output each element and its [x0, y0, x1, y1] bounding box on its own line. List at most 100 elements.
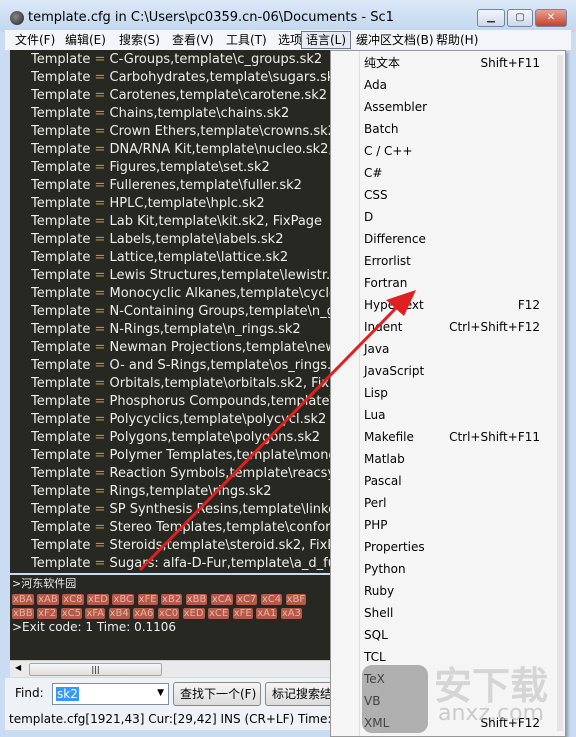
- code-value: Carotenes,template\carotene.sk2: [109, 88, 328, 103]
- code-key: Template: [31, 250, 91, 265]
- code-value: Stereo Templates,template\conform: [109, 520, 330, 535]
- code-key: Template: [31, 322, 91, 337]
- hex-byte: xB4: [108, 608, 130, 619]
- language-menu-item[interactable]: Makefile Ctrl+Shift+F11: [364, 426, 564, 448]
- menu-search[interactable]: 搜索(S): [115, 31, 164, 49]
- menu-view[interactable]: 查看(V): [168, 31, 218, 49]
- language-menu-item[interactable]: Difference: [364, 228, 564, 250]
- code-key: Template: [31, 268, 91, 283]
- hex-byte: xA6: [133, 608, 155, 619]
- language-menu-item[interactable]: C#: [364, 162, 564, 184]
- code-line: Template = Stereo Templates,template\con…: [31, 519, 330, 537]
- menu-language[interactable]: 语言(L): [301, 31, 352, 49]
- code-operator: =: [94, 232, 106, 247]
- menu-edit[interactable]: 编辑(E): [61, 31, 110, 49]
- code-key: Template: [31, 286, 91, 301]
- language-menu-item[interactable]: XML Shift+F12: [364, 712, 564, 734]
- hex-byte: xCE: [208, 608, 230, 619]
- hex-byte: xC5: [60, 608, 82, 619]
- language-menu-item[interactable]: PHP: [364, 514, 564, 536]
- language-menu-item[interactable]: Errorlist: [364, 250, 564, 272]
- language-menu-item[interactable]: TCL: [364, 646, 564, 668]
- code-value: Labels,template\labels.sk2: [109, 232, 284, 247]
- code-key: Template: [31, 52, 91, 67]
- code-operator: =: [94, 556, 106, 571]
- language-menu-item[interactable]: Fortran: [364, 272, 564, 294]
- menu-item-label: Indent: [364, 320, 403, 334]
- language-menu-item[interactable]: Indent Ctrl+Shift+F12: [364, 316, 564, 338]
- language-menu-item[interactable]: Java: [364, 338, 564, 360]
- menu-help[interactable]: 帮助(H): [432, 31, 482, 49]
- code-value: HPLC,template\hplc.sk2: [109, 196, 265, 211]
- language-menu-item[interactable]: Properties: [364, 536, 564, 558]
- language-menu-item[interactable]: Matlab: [364, 448, 564, 470]
- language-menu-item[interactable]: Shell: [364, 602, 564, 624]
- code-operator: =: [94, 448, 106, 463]
- menu-item-label: CSS: [364, 188, 388, 202]
- code-key: Template: [31, 412, 91, 427]
- code-value: Orbitals,template\orbitals.sk2, FixPage: [109, 376, 330, 391]
- hex-byte: xC8: [62, 594, 84, 605]
- code-value: Newman Projections,template\newman: [109, 340, 330, 355]
- code-line: Template = N-Containing Groups,template\…: [31, 303, 330, 321]
- language-menu-item[interactable]: Hypertext F12: [364, 294, 564, 316]
- menu-buffers[interactable]: 缓冲区文档(B): [352, 31, 438, 49]
- code-value: Sugars: alfa-D-Fur,template\a_d_fur: [109, 556, 330, 571]
- minimize-button[interactable]: ▁: [477, 9, 505, 27]
- code-operator: =: [94, 412, 106, 427]
- menu-tools[interactable]: 工具(T): [222, 31, 271, 49]
- language-menu-item[interactable]: Assembler: [364, 96, 564, 118]
- language-menu-item[interactable]: C / C++: [364, 140, 564, 162]
- language-menu-item[interactable]: 纯文本 Shift+F11: [364, 52, 564, 74]
- language-menu-item[interactable]: TeX: [364, 668, 564, 690]
- output-pane[interactable]: >河东软件园 xBA xAB xC8 xED xBC xFE xB2 xBB x…: [10, 575, 330, 660]
- code-key: Template: [31, 484, 91, 499]
- code-operator: =: [94, 484, 106, 499]
- language-menu-item[interactable]: Pascal: [364, 470, 564, 492]
- maximize-button[interactable]: ▢: [507, 9, 533, 27]
- find-input-value[interactable]: sk2: [56, 687, 79, 701]
- code-line: Template = C-Groups,template\c_groups.sk…: [31, 51, 322, 69]
- language-menu-item[interactable]: Lisp: [364, 382, 564, 404]
- language-menu-item[interactable]: VB: [364, 690, 564, 712]
- code-editor[interactable]: Template = C-Groups,template\c_groups.sk…: [10, 50, 330, 573]
- language-menu-item[interactable]: Python: [364, 558, 564, 580]
- language-menu-item[interactable]: D: [364, 206, 564, 228]
- chevron-down-icon[interactable]: ▼: [157, 688, 164, 698]
- menu-item-label: Assembler: [364, 100, 428, 114]
- language-menu-item[interactable]: Ada: [364, 74, 564, 96]
- language-menu-item[interactable]: SQL: [364, 624, 564, 646]
- find-input[interactable]: sk2 ▼: [52, 683, 169, 705]
- menu-gutter: [359, 51, 360, 736]
- code-value: N-Rings,template\n_rings.sk2: [109, 322, 301, 337]
- code-key: Template: [31, 520, 91, 535]
- language-menu-item[interactable]: JavaScript: [364, 360, 564, 382]
- language-menu-item[interactable]: Ruby: [364, 580, 564, 602]
- scrollbar-thumb[interactable]: |||: [29, 663, 162, 676]
- code-value: N-Containing Groups,template\n_groups: [109, 304, 330, 319]
- code-value: Monocyclic Alkanes,template\cycloalk: [109, 286, 330, 301]
- close-button[interactable]: ✕: [535, 9, 567, 27]
- language-menu-item[interactable]: CSS: [364, 184, 564, 206]
- language-menu-item[interactable]: Lua: [364, 404, 564, 426]
- scroll-left-icon[interactable]: ◀: [15, 663, 21, 672]
- code-value: Rings,template\rings.sk2: [109, 484, 272, 499]
- menu-item-shortcut: Shift+F12: [480, 716, 540, 730]
- code-operator: =: [94, 196, 106, 211]
- find-next-button[interactable]: 查找下一个(F): [173, 682, 261, 706]
- code-key: Template: [31, 196, 91, 211]
- menu-file[interactable]: 文件(F): [11, 31, 59, 49]
- code-operator: =: [94, 160, 106, 175]
- code-key: Template: [31, 538, 91, 553]
- code-operator: =: [94, 124, 106, 139]
- language-menu-item[interactable]: Perl: [364, 492, 564, 514]
- code-operator: =: [94, 520, 106, 535]
- language-menu-item[interactable]: Batch: [364, 118, 564, 140]
- code-line: Template = Reaction Symbols,template\rea…: [31, 465, 330, 483]
- menu-item-label: VB: [364, 694, 381, 708]
- code-operator: =: [94, 376, 106, 391]
- code-line: Template = Labels,template\labels.sk2: [31, 231, 283, 249]
- horizontal-scrollbar[interactable]: ◀ |||: [10, 660, 330, 677]
- mark-results-button[interactable]: 标记搜索结果: [265, 682, 335, 706]
- code-key: Template: [31, 142, 91, 157]
